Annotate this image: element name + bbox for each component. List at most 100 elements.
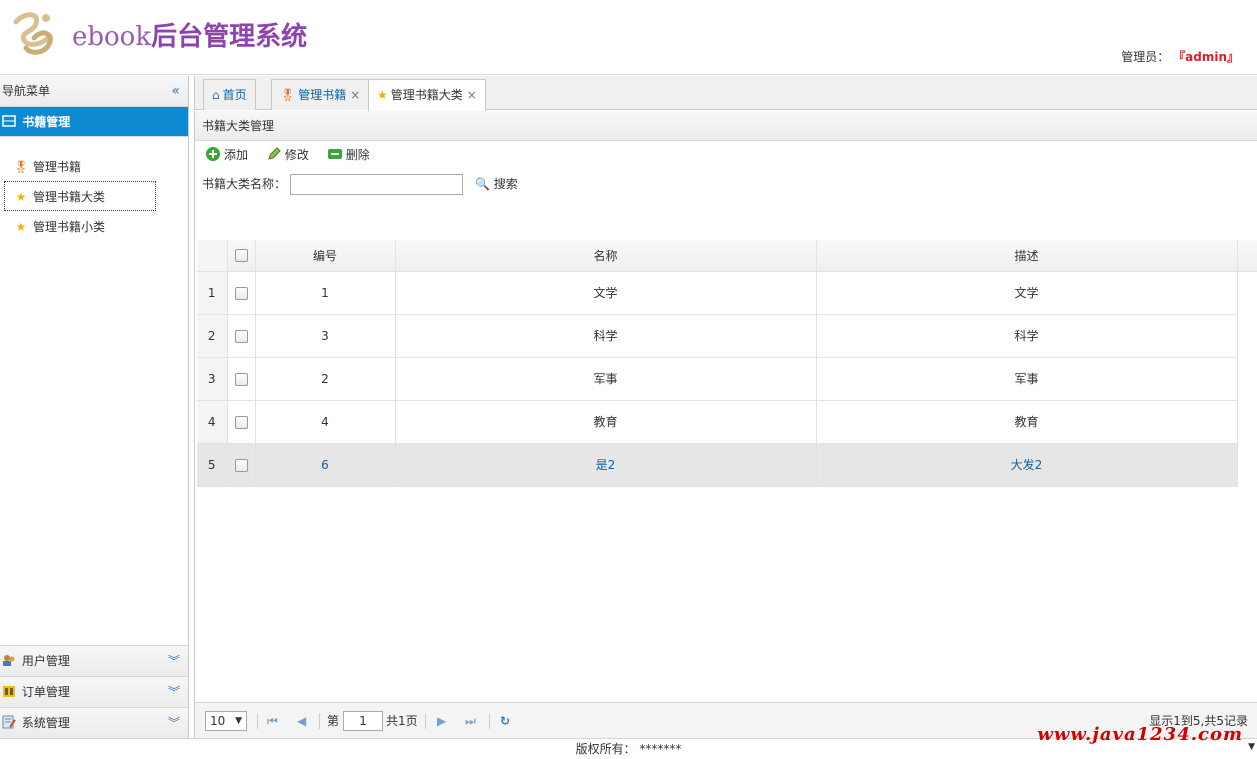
cell-desc: 科学 bbox=[816, 314, 1238, 358]
search-input[interactable] bbox=[290, 174, 463, 195]
watermark: www.java1234.com bbox=[1037, 724, 1243, 745]
add-button[interactable]: 添加 bbox=[205, 141, 248, 169]
cell-name: 教育 bbox=[395, 400, 817, 444]
panel-user-management[interactable]: 用户管理 ︾ bbox=[0, 645, 188, 676]
sidebar-item-manage-books[interactable]: 🎖 管理书籍 bbox=[4, 151, 156, 181]
sidebar-item-manage-book-subcategories[interactable]: ★ 管理书籍小类 bbox=[4, 211, 156, 241]
row-number: 1 bbox=[197, 271, 228, 315]
panel-system-management[interactable]: 系统管理 ︾ bbox=[0, 707, 188, 738]
star-icon: ★ bbox=[377, 88, 388, 102]
scroll-spacer bbox=[1237, 240, 1257, 272]
cell-desc: 文学 bbox=[816, 271, 1238, 315]
sidebar-item-label: 管理书籍大类 bbox=[33, 190, 106, 204]
cell-id: 3 bbox=[255, 314, 396, 358]
column-header-name[interactable]: 名称 bbox=[395, 240, 817, 272]
row-checkbox[interactable] bbox=[234, 415, 248, 429]
row-checkbox[interactable] bbox=[234, 286, 248, 300]
row-checkbox-cell[interactable] bbox=[227, 400, 256, 444]
delete-button[interactable]: 删除 bbox=[327, 141, 370, 169]
panel-order-management[interactable]: 订单管理 ︾ bbox=[0, 676, 188, 707]
close-icon[interactable]: × bbox=[467, 88, 477, 102]
row-number-header bbox=[197, 240, 228, 272]
panel-user-management-label: 用户管理 bbox=[21, 654, 70, 668]
next-page-icon[interactable]: ▶ bbox=[437, 703, 446, 739]
cell-name: 文学 bbox=[395, 271, 817, 315]
scroll-spacer bbox=[1237, 314, 1257, 357]
cell-name: 科学 bbox=[395, 314, 817, 358]
main-area: ⌂ 首页 🎖 管理书籍 × ★ 管理书籍大类 × 书籍大类管理 添加 修改 删除 书籍大类… bbox=[194, 76, 1257, 738]
edit-button-label: 修改 bbox=[284, 148, 309, 162]
scroll-spacer bbox=[1237, 400, 1257, 443]
panel-book-management[interactable]: 书籍管理 bbox=[0, 107, 188, 137]
table-row[interactable]: 1 1 文学 文学 bbox=[197, 271, 1257, 315]
row-checkbox[interactable] bbox=[234, 458, 248, 472]
column-header-id[interactable]: 编号 bbox=[255, 240, 396, 272]
row-checkbox-cell[interactable] bbox=[227, 314, 256, 358]
row-checkbox[interactable] bbox=[234, 329, 248, 343]
panel-system-management-label: 系统管理 bbox=[21, 716, 70, 730]
search-button[interactable]: 🔍 搜索 bbox=[475, 169, 518, 199]
cell-id: 6 bbox=[255, 443, 396, 487]
collapse-left-icon[interactable]: « bbox=[171, 76, 180, 107]
tab-bar: ⌂ 首页 🎖 管理书籍 × ★ 管理书籍大类 × bbox=[194, 76, 1257, 111]
content-panel: 书籍大类管理 添加 修改 删除 书籍大类名称： 🔍 搜索 编号 名称 描述 1 … bbox=[194, 111, 1257, 738]
page-size-value: 10 bbox=[210, 714, 226, 728]
last-page-icon[interactable]: ⏭ bbox=[465, 703, 476, 739]
row-checkbox[interactable] bbox=[234, 372, 248, 386]
tab-home[interactable]: ⌂ 首页 bbox=[203, 79, 256, 110]
admin-info: 管理员： 『admin』 bbox=[1121, 48, 1239, 65]
sidebar-item-manage-book-categories[interactable]: ★ 管理书籍大类 bbox=[4, 181, 156, 211]
current-page-input[interactable]: 1 bbox=[343, 711, 383, 731]
pencil-icon bbox=[268, 147, 281, 160]
row-checkbox-cell[interactable] bbox=[227, 357, 256, 401]
star-icon: ★ bbox=[15, 220, 27, 234]
sidebar: 导航菜单 « 书籍管理 🎖 管理书籍 ★ 管理书籍大类 ★ 管理书籍小类 用户管理 ︾… bbox=[0, 76, 189, 738]
table-row[interactable]: 2 3 科学 科学 bbox=[197, 314, 1257, 358]
table-row[interactable]: 4 4 教育 教育 bbox=[197, 400, 1257, 444]
table-row[interactable]: 5 6 是2 大发2 bbox=[197, 443, 1257, 487]
refresh-icon[interactable]: ↻ bbox=[500, 703, 510, 739]
tab-manage-book-categories[interactable]: ★ 管理书籍大类 × bbox=[368, 79, 486, 111]
select-all-checkbox[interactable] bbox=[234, 249, 248, 263]
tab-manage-books[interactable]: 🎖 管理书籍 × bbox=[271, 79, 370, 110]
admin-name: 『admin』 bbox=[1173, 50, 1239, 64]
star-icon: ★ bbox=[15, 190, 27, 204]
edit-button[interactable]: 修改 bbox=[266, 141, 309, 169]
page-prefix: 第 bbox=[327, 714, 340, 728]
menu-list: 🎖 管理书籍 ★ 管理书籍大类 ★ 管理书籍小类 bbox=[0, 137, 188, 241]
cell-name: 是2 bbox=[395, 443, 817, 487]
cell-desc: 大发2 bbox=[816, 443, 1238, 487]
pager-divider bbox=[425, 713, 426, 729]
scroll-spacer bbox=[1237, 443, 1257, 486]
tab-label: 管理书籍大类 bbox=[390, 88, 463, 102]
data-grid: 编号 名称 描述 1 1 文学 文学 2 3 科学 科学 3 2 军事 军事 4… bbox=[197, 240, 1257, 487]
scroll-spacer bbox=[1237, 271, 1257, 314]
select-all-checkbox-cell[interactable] bbox=[227, 240, 256, 272]
cell-id: 2 bbox=[255, 357, 396, 401]
expand-down-icon: ︾ bbox=[167, 654, 180, 668]
app-title-en: ebook bbox=[72, 22, 152, 52]
scroll-down-icon[interactable]: ▼ bbox=[1248, 742, 1255, 752]
admin-label: 管理员： bbox=[1121, 50, 1170, 64]
row-checkbox-cell[interactable] bbox=[227, 271, 256, 315]
chevron-down-icon: ▼ bbox=[235, 716, 242, 726]
add-icon bbox=[206, 147, 220, 161]
expand-down-icon: ︾ bbox=[167, 685, 180, 699]
copyright-text: 版权所有： ******* bbox=[575, 742, 682, 756]
close-icon[interactable]: × bbox=[350, 88, 360, 102]
row-checkbox-cell[interactable] bbox=[227, 443, 256, 487]
column-header-desc[interactable]: 描述 bbox=[816, 240, 1238, 272]
page-size-select[interactable]: 10 ▼ bbox=[205, 711, 247, 731]
logo-icon bbox=[13, 12, 53, 55]
row-number: 3 bbox=[197, 357, 228, 401]
tab-label: 首页 bbox=[222, 88, 247, 102]
table-row[interactable]: 3 2 军事 军事 bbox=[197, 357, 1257, 401]
tab-label: 管理书籍 bbox=[298, 88, 347, 102]
total-pages: 共1页 bbox=[386, 714, 418, 728]
row-number: 4 bbox=[197, 400, 228, 444]
search-label: 书籍大类名称： bbox=[202, 177, 287, 191]
first-page-icon[interactable]: ⏮ bbox=[267, 703, 278, 739]
scroll-spacer bbox=[1237, 357, 1257, 400]
toolbar: 添加 修改 删除 bbox=[195, 141, 1257, 169]
prev-page-icon[interactable]: ◀ bbox=[297, 703, 306, 739]
